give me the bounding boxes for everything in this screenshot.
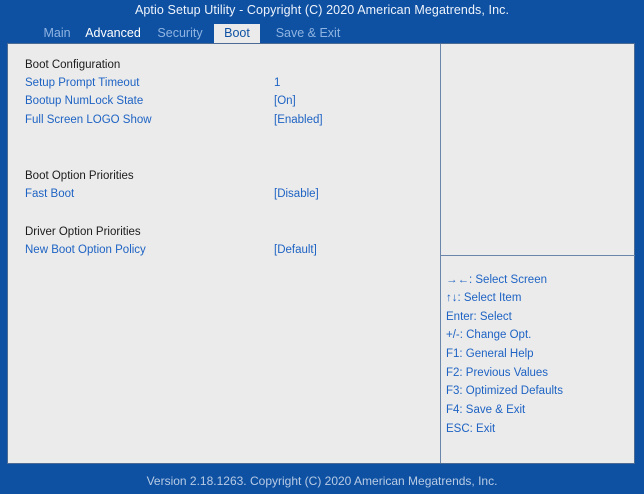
setting-label[interactable]: Bootup NumLock State	[25, 94, 143, 108]
setting-value[interactable]: [Default]	[274, 243, 317, 257]
help-select-screen: →←: Select Screen	[446, 274, 547, 286]
tab-bar: Main Advanced Security Boot Save & Exit	[0, 24, 644, 43]
panel-divider-vertical	[440, 44, 441, 463]
help-esc-exit: ESC: Exit	[446, 423, 496, 435]
tab-advanced[interactable]: Advanced	[78, 24, 148, 43]
tab-save-exit[interactable]: Save & Exit	[268, 24, 348, 43]
tab-main[interactable]: Main	[36, 24, 78, 43]
setting-value[interactable]: [On]	[274, 94, 296, 108]
setting-label[interactable]: Full Screen LOGO Show	[25, 113, 152, 127]
setting-label[interactable]: Setup Prompt Timeout	[25, 76, 139, 90]
help-change-option: +/-: Change Opt.	[446, 329, 532, 341]
section-boot-configuration: Boot Configuration	[25, 59, 121, 71]
footer-version: Version 2.18.1263. Copyright (C) 2020 Am…	[146, 474, 498, 488]
setting-label[interactable]: Fast Boot	[25, 187, 74, 201]
help-select-item: ↑↓: Select Item	[446, 292, 522, 304]
help-optimized-defaults: F3: Optimized Defaults	[446, 385, 563, 397]
tab-security[interactable]: Security	[150, 24, 210, 43]
setting-value[interactable]: [Enabled]	[274, 113, 323, 127]
help-general-help: F1: General Help	[446, 348, 534, 360]
tab-boot[interactable]: Boot	[214, 24, 260, 43]
help-previous-values: F2: Previous Values	[446, 367, 549, 379]
help-enter-select: Enter: Select	[446, 311, 512, 323]
setting-label[interactable]: New Boot Option Policy	[25, 243, 146, 257]
section-driver-option-priorities: Driver Option Priorities	[25, 226, 141, 238]
help-save-exit: F4: Save & Exit	[446, 404, 526, 416]
setup-panel: Boot Configuration Setup Prompt Timeout …	[7, 43, 635, 464]
window-title: Aptio Setup Utility - Copyright (C) 2020…	[134, 3, 510, 17]
section-boot-option-priorities: Boot Option Priorities	[25, 170, 134, 182]
panel-divider-horizontal	[441, 255, 635, 256]
setting-value[interactable]: [Disable]	[274, 187, 319, 201]
setting-value[interactable]: 1	[274, 76, 280, 90]
